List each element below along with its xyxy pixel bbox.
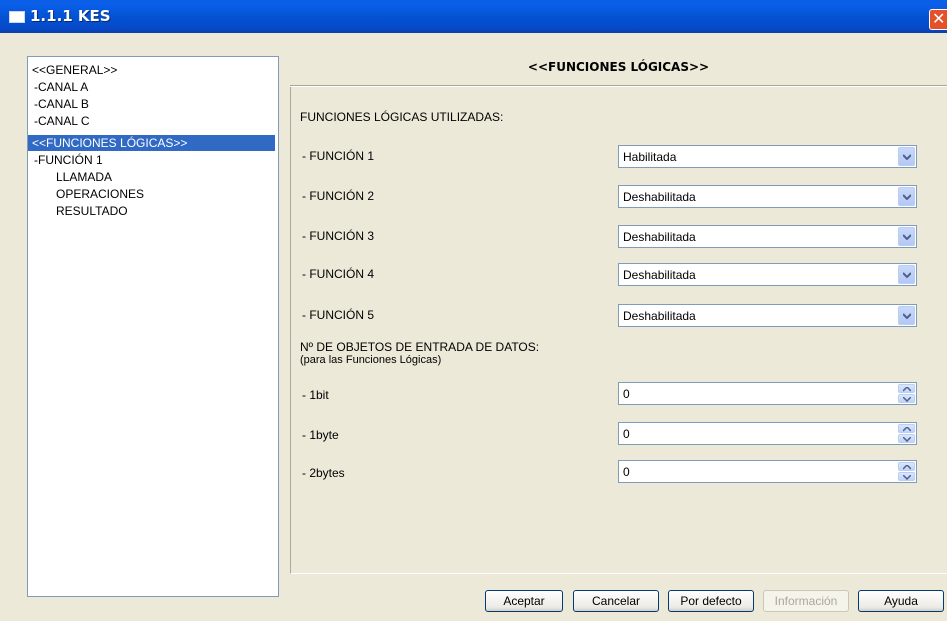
function-5-label: - FUNCIÓN 5: [302, 308, 374, 322]
chevron-down-icon[interactable]: [898, 306, 915, 325]
chevron-down-icon[interactable]: [898, 227, 915, 246]
section-functions-title: FUNCIONES LÓGICAS UTILIZADAS:: [300, 110, 504, 124]
spin-down-icon[interactable]: [898, 394, 915, 403]
function-2-label: - FUNCIÓN 2: [302, 189, 374, 203]
tree-item-llamada[interactable]: LLAMADA: [56, 169, 112, 185]
window-title: 1.1.1 KES: [30, 7, 111, 25]
cancel-button[interactable]: Cancelar: [573, 590, 659, 612]
function-4-select[interactable]: Deshabilitada: [618, 263, 917, 286]
input-1byte-label: - 1byte: [302, 428, 339, 442]
window-icon: [9, 11, 25, 23]
tree-item-resultado[interactable]: RESULTADO: [56, 203, 128, 219]
input-1bit-value: 0: [623, 387, 630, 401]
input-2bytes-stepper[interactable]: 0: [618, 460, 917, 483]
input-2bytes-label: - 2bytes: [302, 466, 345, 480]
function-2-value: Deshabilitada: [623, 190, 696, 204]
spin-down-icon[interactable]: [898, 434, 915, 443]
input-2bytes-value: 0: [623, 465, 630, 479]
default-button[interactable]: Por defecto: [668, 590, 754, 612]
title-bar[interactable]: 1.1.1 KES ✕: [0, 0, 947, 33]
function-2-select[interactable]: Deshabilitada: [618, 185, 917, 208]
spin-down-icon[interactable]: [898, 472, 915, 481]
close-button[interactable]: ✕: [929, 9, 947, 30]
tree-item-canal-b[interactable]: -CANAL B: [34, 96, 89, 112]
function-1-select[interactable]: Habilitada: [618, 145, 917, 168]
section-inputs-title: Nº DE OBJETOS DE ENTRADA DE DATOS:: [300, 340, 540, 354]
input-1byte-value: 0: [623, 427, 630, 441]
chevron-down-icon[interactable]: [898, 187, 915, 206]
function-4-label: - FUNCIÓN 4: [302, 267, 374, 281]
input-1bit-stepper[interactable]: 0: [618, 382, 917, 405]
input-1bit-label: - 1bit: [302, 388, 329, 402]
spin-up-icon[interactable]: [898, 384, 915, 393]
function-1-label: - FUNCIÓN 1: [302, 149, 374, 163]
function-3-label: - FUNCIÓN 3: [302, 229, 374, 243]
help-button[interactable]: Ayuda: [858, 590, 944, 612]
tree-item-canal-c[interactable]: -CANAL C: [34, 113, 90, 129]
navigation-tree[interactable]: <<GENERAL>> -CANAL A -CANAL B -CANAL C <…: [27, 56, 279, 597]
tree-item-canal-a[interactable]: -CANAL A: [34, 79, 88, 95]
spin-up-icon[interactable]: [898, 462, 915, 471]
function-5-select[interactable]: Deshabilitada: [618, 304, 917, 327]
function-1-value: Habilitada: [623, 150, 677, 164]
section-inputs-subtitle: (para las Funciones Lógicas): [300, 354, 442, 366]
panel-title: <<FUNCIONES LÓGICAS>>: [527, 60, 710, 74]
function-3-select[interactable]: Deshabilitada: [618, 225, 917, 248]
function-4-value: Deshabilitada: [623, 268, 696, 282]
accept-button[interactable]: Aceptar: [485, 590, 563, 612]
info-button[interactable]: Información: [763, 590, 849, 612]
function-5-value: Deshabilitada: [623, 309, 696, 323]
function-3-value: Deshabilitada: [623, 230, 696, 244]
tree-item-operaciones[interactable]: OPERACIONES: [56, 186, 144, 202]
input-1byte-stepper[interactable]: 0: [618, 422, 917, 445]
tree-item-funcion-1[interactable]: -FUNCIÓN 1: [34, 152, 103, 168]
tree-item-funciones-logicas[interactable]: <<FUNCIONES LÓGICAS>>: [28, 135, 275, 151]
chevron-down-icon[interactable]: [898, 147, 915, 166]
tree-item-general[interactable]: <<GENERAL>>: [32, 62, 117, 78]
chevron-down-icon[interactable]: [898, 265, 915, 284]
close-icon: ✕: [932, 9, 946, 28]
spin-up-icon[interactable]: [898, 424, 915, 433]
